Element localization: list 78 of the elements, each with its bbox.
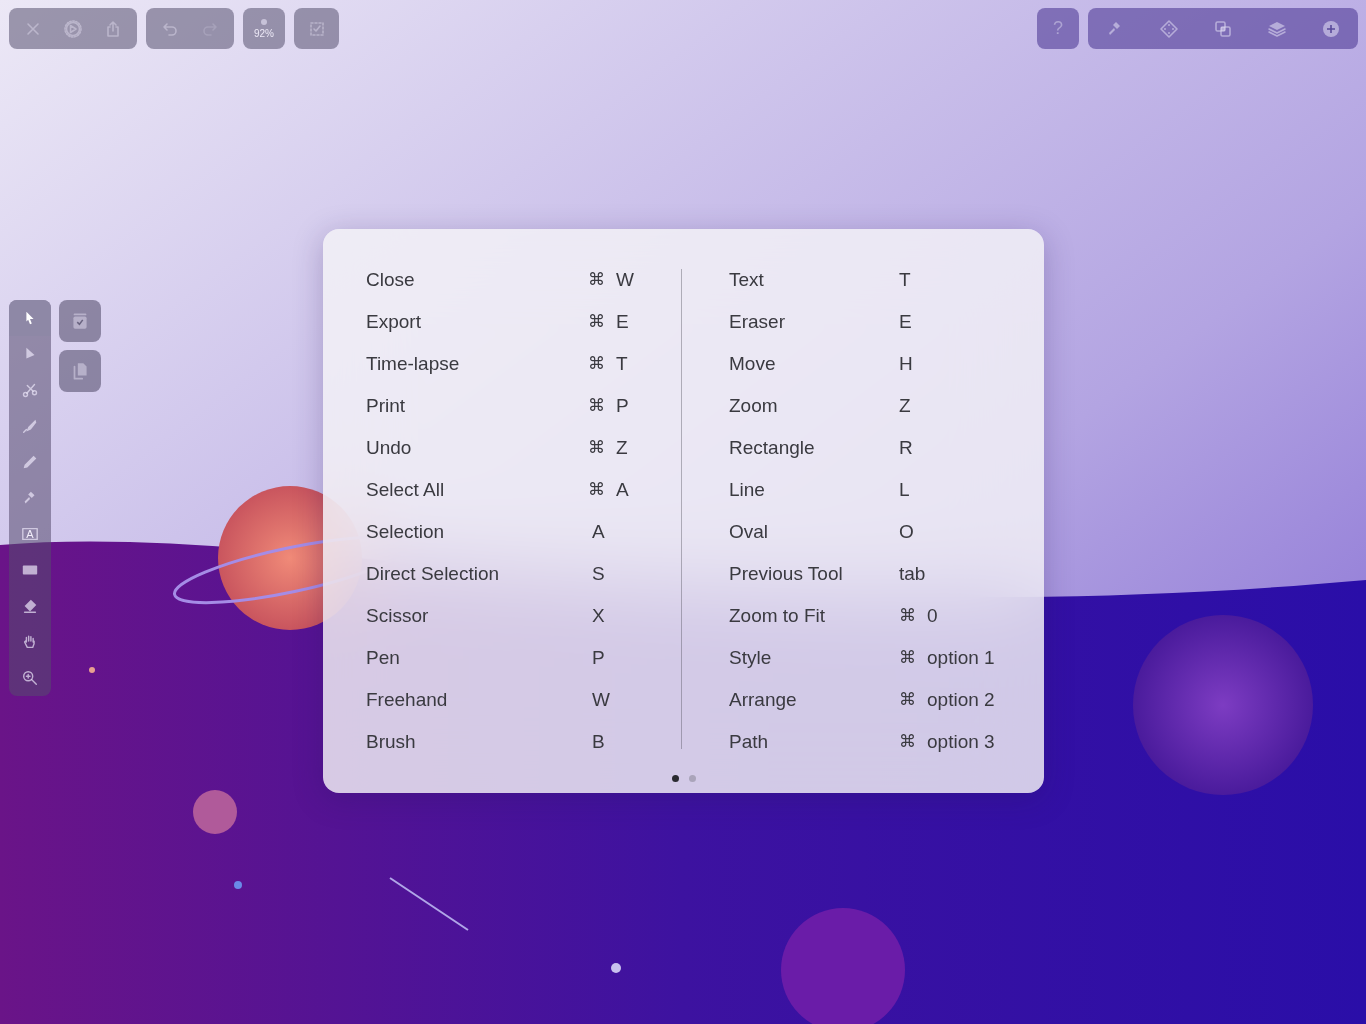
pen-nib-icon — [21, 417, 39, 435]
shortcut-label: Undo — [366, 437, 413, 459]
shortcut-key: tab — [899, 563, 926, 585]
shortcut-label: Rectangle — [729, 437, 816, 459]
modifier-key: ⌘ — [899, 605, 927, 627]
modifier-key: ⌘ — [588, 353, 616, 375]
plus-circle-icon — [1321, 18, 1341, 39]
shortcut-label: Selection — [366, 521, 446, 543]
zoom-icon — [21, 669, 39, 687]
help-button[interactable]: ? — [1037, 8, 1079, 49]
shortcut-label: Brush — [366, 731, 417, 753]
shortcut-key: 0 — [927, 605, 938, 627]
modifier-key: ⌘ — [899, 731, 927, 753]
shortcut-label: Pen — [366, 647, 401, 669]
shortcut-key: option 2 — [927, 689, 995, 711]
stacked-box-button[interactable] — [59, 300, 101, 342]
shortcut-label: Select All — [366, 479, 446, 501]
shortcut-key: P — [616, 395, 629, 417]
shortcut-key: L — [899, 479, 910, 501]
overlapping-squares-icon — [1213, 18, 1233, 39]
pencil-icon — [21, 453, 39, 471]
shortcut-key: Z — [899, 395, 911, 417]
shortcut-key: T — [899, 269, 911, 291]
shortcut-key: E — [899, 311, 912, 333]
shortcut-key: A — [616, 479, 629, 501]
shortcut-label: Style — [729, 647, 773, 669]
shortcut-label: Close — [366, 269, 416, 291]
text-box-button[interactable]: A — [9, 516, 51, 552]
shortcut-label: Previous Tool — [729, 563, 844, 585]
document-button[interactable] — [59, 350, 101, 392]
shortcut-key: Z — [616, 437, 628, 459]
shortcut-key: X — [592, 605, 605, 627]
shortcut-key: P — [592, 647, 605, 669]
shortcut-label: Eraser — [729, 311, 786, 333]
shortcut-label: Print — [366, 395, 407, 417]
shortcut-key: S — [592, 563, 605, 585]
zoom-level-button[interactable]: 92% — [243, 8, 285, 49]
shortcut-label: Path — [729, 731, 770, 753]
modifier-key: ⌘ — [588, 395, 616, 417]
shortcut-key: O — [899, 521, 914, 543]
shortcut-label: Move — [729, 353, 777, 375]
shortcut-label: Direct Selection — [366, 563, 501, 585]
shortcut-label: Oval — [729, 521, 770, 543]
modifier-key: ⌘ — [588, 437, 616, 459]
shortcut-label: Line — [729, 479, 766, 501]
eraser-icon — [21, 597, 39, 615]
modifier-key: ⌘ — [899, 689, 927, 711]
shortcut-label: Arrange — [729, 689, 798, 711]
shortcut-label: Export — [366, 311, 422, 333]
shortcut-key: E — [616, 311, 629, 333]
shortcut-label: Scissor — [366, 605, 430, 627]
shortcut-key: W — [616, 269, 634, 291]
scissors-icon — [21, 381, 39, 399]
page-dot[interactable] — [688, 775, 696, 782]
modifier-key: ⌘ — [588, 269, 616, 291]
shortcut-key: option 3 — [927, 731, 995, 753]
page-dot[interactable] — [671, 775, 679, 782]
shortcut-key: W — [592, 689, 610, 711]
shortcut-key: B — [592, 731, 605, 753]
shortcut-key: option 1 — [927, 647, 995, 669]
shortcut-key: T — [616, 353, 628, 375]
shortcut-label: Freehand — [366, 689, 449, 711]
shortcut-label: Text — [729, 269, 765, 291]
modifier-key: ⌘ — [588, 479, 616, 501]
modifier-key: ⌘ — [899, 647, 927, 669]
diamond-icon — [1159, 18, 1179, 39]
shortcut-label: Zoom to Fit — [729, 605, 827, 627]
icon-letter: A — [25, 527, 35, 541]
pointer-button[interactable] — [9, 300, 51, 336]
dot-icon — [261, 18, 267, 25]
modifier-key: ⌘ — [588, 311, 616, 333]
shortcut-label: Zoom — [729, 395, 779, 417]
shortcut-key: R — [899, 437, 913, 459]
shortcut-label: Time-lapse — [366, 353, 461, 375]
checkbox-button[interactable] — [294, 8, 339, 49]
shortcut-key: H — [899, 353, 913, 375]
shortcut-key: A — [592, 521, 605, 543]
gear-icon — [63, 18, 83, 39]
